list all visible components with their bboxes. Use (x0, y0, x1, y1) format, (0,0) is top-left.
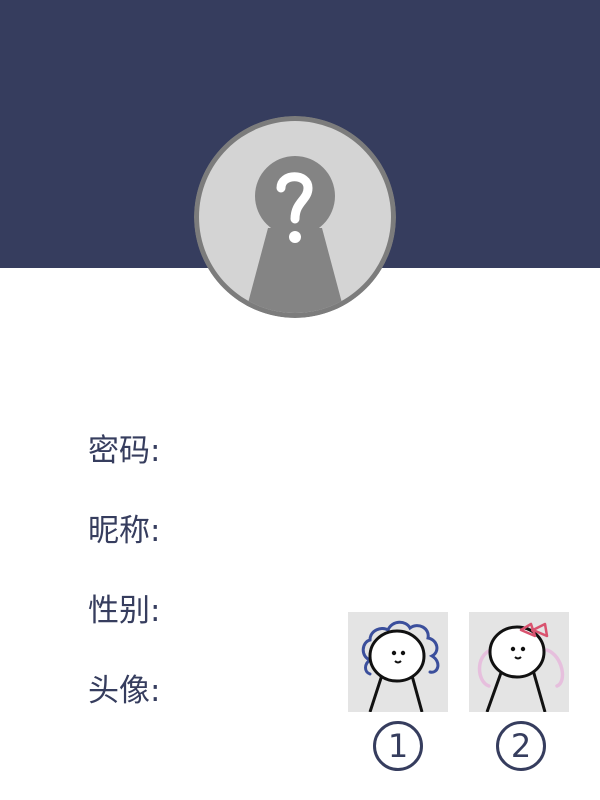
curly-hair-character-icon (361, 620, 440, 712)
nickname-label: 昵称: (88, 513, 161, 549)
avatar-option-1-number[interactable]: 1 (373, 721, 423, 771)
bow-character-icon (477, 622, 565, 712)
avatar-option-1[interactable] (348, 612, 448, 712)
profile-avatar[interactable] (194, 116, 396, 318)
password-label: 密码: (88, 433, 161, 469)
avatar-label: 头像: (88, 673, 161, 709)
unknown-user-question-icon (194, 116, 396, 318)
avatar-option-2-number[interactable]: 2 (496, 721, 546, 771)
gender-label: 性别: (88, 593, 161, 629)
avatar-option-2[interactable] (469, 612, 569, 712)
